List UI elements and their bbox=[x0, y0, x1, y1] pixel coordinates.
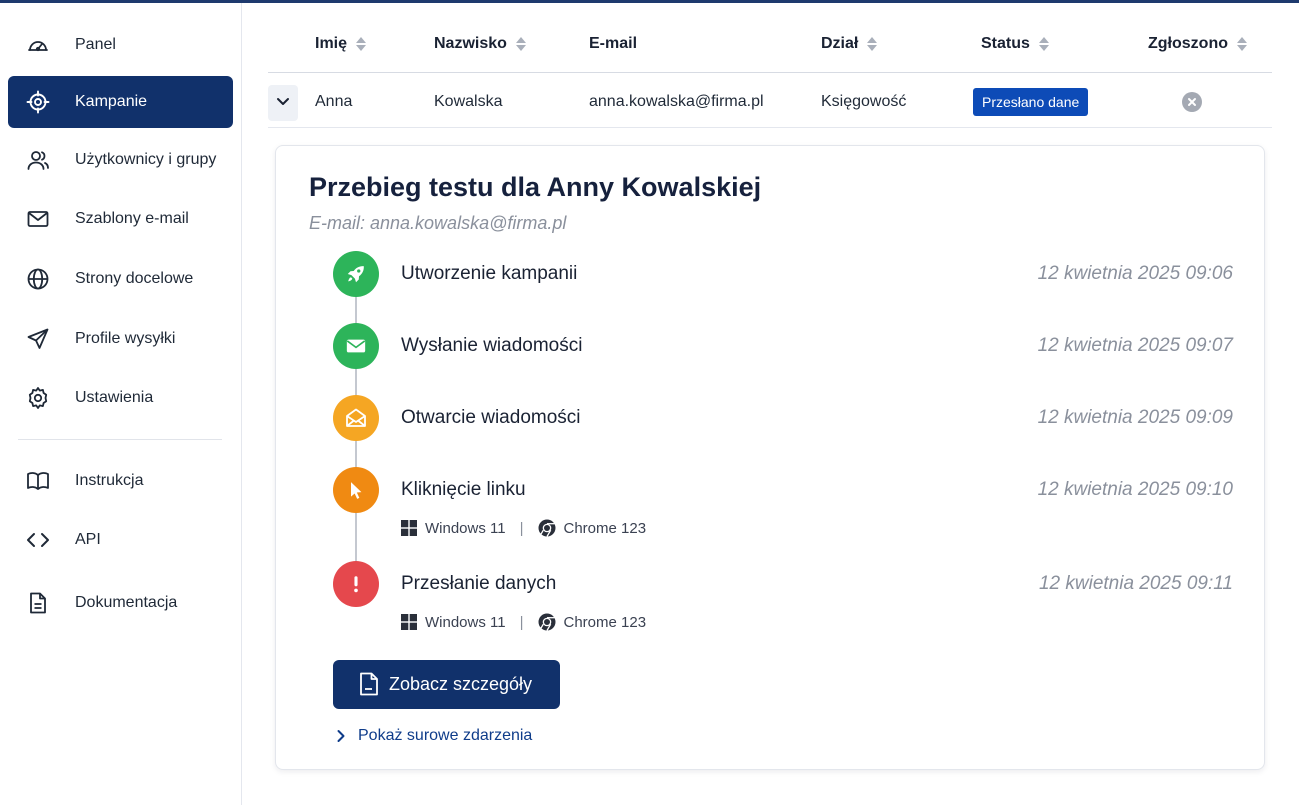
column-header-first-name[interactable]: Imię bbox=[315, 15, 367, 73]
cell-last-name: Kowalska bbox=[434, 92, 503, 110]
book-icon bbox=[25, 468, 51, 494]
sidebar-item-label: Strony docelowe bbox=[75, 270, 194, 287]
envelope-open-icon bbox=[333, 395, 379, 441]
gear-icon bbox=[25, 385, 51, 411]
column-header-department[interactable]: Dział bbox=[821, 15, 878, 73]
sort-icon[interactable] bbox=[1038, 37, 1049, 51]
gauge-icon bbox=[25, 32, 51, 58]
sidebar-item-label: Użytkownicy i grupy bbox=[75, 151, 217, 168]
column-header-last-name[interactable]: Nazwisko bbox=[434, 15, 526, 73]
sidebar-item-landing-pages[interactable]: Strony docelowe bbox=[8, 253, 233, 305]
column-label: Zgłoszono bbox=[1148, 35, 1228, 52]
chrome-icon bbox=[538, 519, 556, 537]
column-label: Nazwisko bbox=[434, 35, 507, 52]
globe-icon bbox=[25, 266, 51, 292]
chevron-down-icon bbox=[275, 93, 291, 114]
sidebar-item-sending-profiles[interactable]: Profile wysyłki bbox=[8, 313, 233, 365]
sidebar-item-kampanie[interactable]: Kampanie bbox=[8, 76, 233, 128]
table-header: Imię Nazwisko E-mail Dział Status Zgłosz… bbox=[268, 15, 1272, 73]
rocket-icon bbox=[333, 251, 379, 297]
os-label: Windows 11 bbox=[425, 613, 506, 631]
sort-icon[interactable] bbox=[356, 37, 367, 51]
cell-first-name: Anna bbox=[315, 92, 353, 110]
meta-separator: | bbox=[519, 613, 524, 631]
os-label: Windows 11 bbox=[425, 519, 506, 537]
expand-row-button[interactable] bbox=[268, 85, 298, 121]
sidebar-item-templates[interactable]: Szablony e-mail bbox=[8, 193, 233, 245]
column-label: Dział bbox=[821, 35, 859, 52]
browser-label: Chrome 123 bbox=[563, 519, 647, 537]
sidebar-item-settings[interactable]: Ustawienia bbox=[8, 372, 233, 424]
document-icon bbox=[25, 590, 51, 616]
test-timeline-card: Przebieg testu dla Anny Kowalskiej E-mai… bbox=[275, 145, 1265, 770]
sidebar-item-label: Ustawienia bbox=[75, 389, 154, 406]
sidebar-item-users[interactable]: Użytkownicy i grupy bbox=[8, 134, 233, 186]
sidebar-divider bbox=[18, 439, 222, 440]
not-reported-icon bbox=[1182, 91, 1202, 112]
cell-status: Przesłano dane bbox=[973, 75, 1089, 128]
step-time: 12 kwietnia 2025 09:07 bbox=[1037, 335, 1233, 356]
step-client-info: Windows 11 | Chrome 123 bbox=[401, 519, 646, 537]
step-time: 12 kwietnia 2025 09:06 bbox=[1037, 263, 1233, 284]
windows-icon bbox=[401, 614, 417, 630]
card-title: Przebieg testu dla Anny Kowalskiej bbox=[309, 172, 762, 202]
sort-icon[interactable] bbox=[1236, 37, 1247, 51]
status-badge: Przesłano dane bbox=[973, 87, 1089, 116]
document-icon bbox=[359, 672, 379, 701]
crosshair-icon bbox=[25, 89, 51, 115]
send-icon bbox=[25, 326, 51, 352]
sidebar-item-label: Profile wysyłki bbox=[75, 330, 176, 347]
column-header-reported[interactable]: Zgłoszono bbox=[1148, 15, 1247, 73]
sidebar-item-label: API bbox=[75, 531, 101, 548]
show-raw-events-link[interactable]: Pokaż surowe zdarzenia bbox=[336, 727, 532, 745]
sidebar-item-label: Panel bbox=[75, 36, 116, 53]
windows-icon bbox=[401, 520, 417, 536]
sidebar-item-instructions[interactable]: Instrukcja bbox=[8, 455, 233, 507]
step-title: Wysłanie wiadomości bbox=[401, 335, 583, 356]
code-icon bbox=[25, 527, 51, 553]
chrome-icon bbox=[538, 613, 556, 631]
cursor-icon bbox=[333, 467, 379, 513]
meta-separator: | bbox=[519, 519, 524, 537]
column-header-status[interactable]: Status bbox=[981, 15, 1049, 73]
sidebar-item-label: Dokumentacja bbox=[75, 594, 178, 611]
step-title: Przesłanie danych bbox=[401, 573, 557, 594]
step-client-info: Windows 11 | Chrome 123 bbox=[401, 613, 646, 631]
column-header-email: E-mail bbox=[589, 15, 637, 73]
card-subtitle: E-mail: anna.kowalska@firma.pl bbox=[309, 213, 567, 233]
column-label: Status bbox=[981, 35, 1030, 52]
step-time: 12 kwietnia 2025 09:10 bbox=[1037, 479, 1233, 500]
step-time: 12 kwietnia 2025 09:11 bbox=[1038, 573, 1233, 594]
sidebar-item-api[interactable]: API bbox=[8, 514, 233, 566]
chevron-right-icon bbox=[336, 729, 346, 743]
step-title: Kliknięcie linku bbox=[401, 479, 526, 500]
step-title: Otwarcie wiadomości bbox=[401, 407, 581, 428]
sidebar-item-panel[interactable]: Panel bbox=[8, 19, 233, 71]
sidebar-item-documentation[interactable]: Dokumentacja bbox=[8, 577, 233, 629]
cell-reported bbox=[1182, 75, 1202, 128]
browser-label: Chrome 123 bbox=[563, 613, 647, 631]
exclamation-icon bbox=[333, 561, 379, 607]
cell-email: anna.kowalska@firma.pl bbox=[589, 92, 764, 110]
step-title: Utworzenie kampanii bbox=[401, 263, 578, 284]
step-time: 12 kwietnia 2025 09:09 bbox=[1037, 407, 1233, 428]
column-label: Imię bbox=[315, 35, 348, 52]
sidebar-item-label: Instrukcja bbox=[75, 472, 144, 489]
view-details-label: Zobacz szczegóły bbox=[389, 674, 533, 694]
table-row[interactable]: Anna Kowalska anna.kowalska@firma.pl Ksi… bbox=[268, 75, 1272, 128]
sidebar: Panel Kampanie Użytkownicy i grupy Szabl… bbox=[0, 3, 242, 805]
column-label: E-mail bbox=[589, 35, 638, 52]
sort-icon[interactable] bbox=[515, 37, 526, 51]
envelope-icon bbox=[333, 323, 379, 369]
sort-icon[interactable] bbox=[867, 37, 878, 51]
sidebar-item-label: Szablony e-mail bbox=[75, 210, 189, 227]
show-raw-events-label: Pokaż surowe zdarzenia bbox=[358, 727, 533, 744]
view-details-button[interactable]: Zobacz szczegóły bbox=[333, 660, 560, 709]
cell-department: Księgowość bbox=[821, 92, 907, 110]
users-icon bbox=[25, 147, 51, 173]
mail-icon bbox=[25, 206, 51, 232]
sidebar-item-label: Kampanie bbox=[75, 93, 148, 110]
